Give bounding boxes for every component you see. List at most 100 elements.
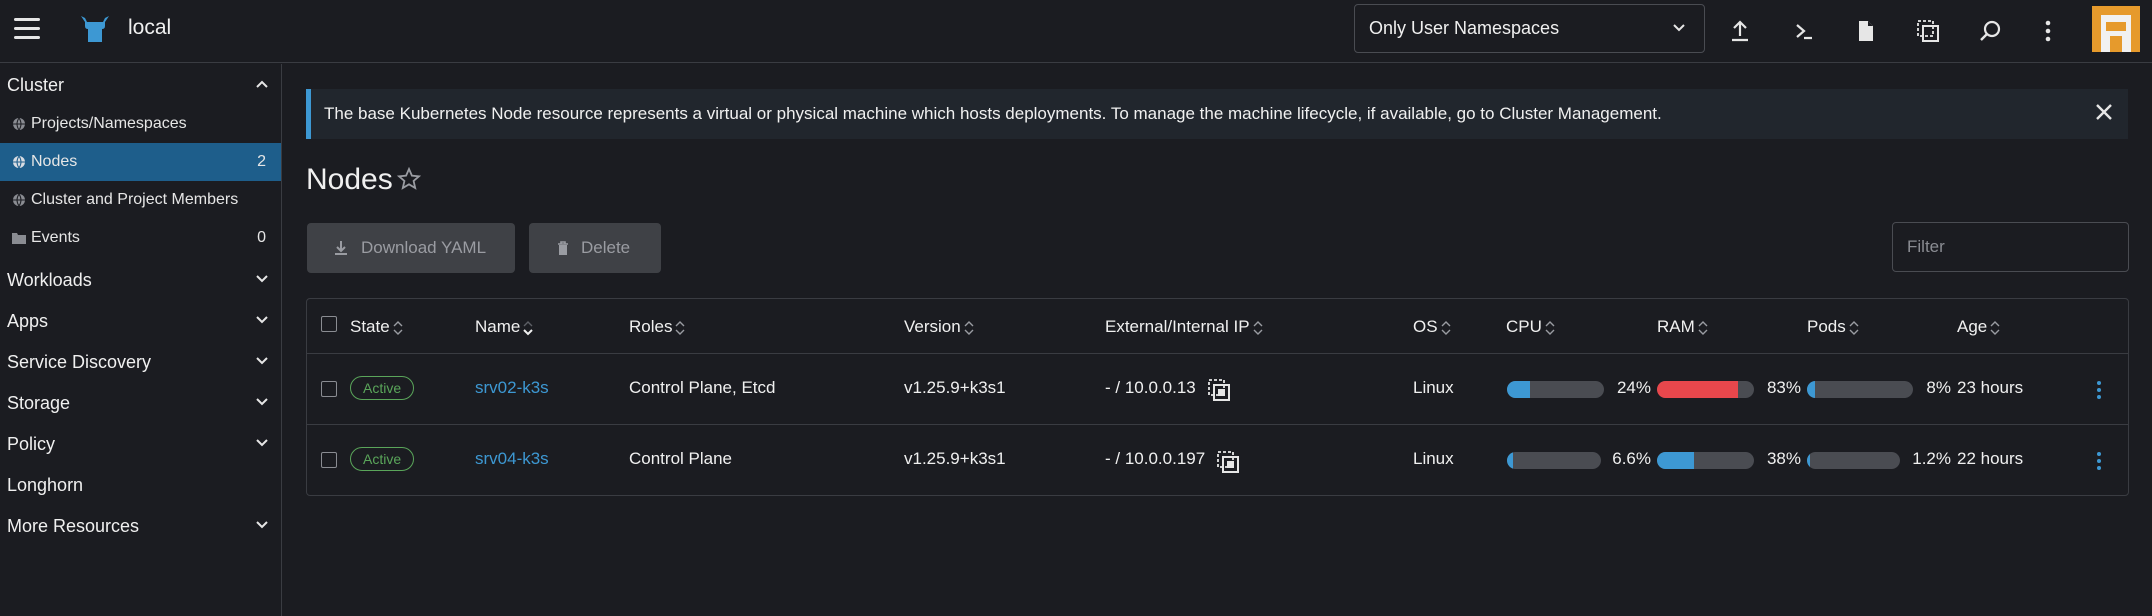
close-icon[interactable] (2094, 102, 2114, 122)
column-header-roles[interactable]: Roles (629, 317, 685, 337)
trash-icon (557, 241, 569, 255)
column-header-age[interactable]: Age (1957, 317, 2000, 337)
sidebar-item-events[interactable]: Events 0 (0, 219, 281, 257)
state-badge: Active (350, 447, 415, 471)
sort-icon (1545, 320, 1555, 335)
header-divider (307, 353, 2128, 354)
filter-input[interactable] (1892, 222, 2129, 272)
sort-icon (964, 320, 974, 335)
ram-usage-value: 38% (1766, 449, 1801, 468)
column-header-os[interactable]: OS (1413, 317, 1451, 337)
cpu-usage-value: 24% (1616, 378, 1651, 397)
sidebar-item-count: 2 (257, 153, 266, 170)
column-header-label: External/Internal IP (1105, 317, 1250, 336)
search-icon[interactable] (1973, 14, 2007, 48)
sidebar-group-label: Apps (7, 310, 49, 331)
info-banner: The base Kubernetes Node resource repres… (306, 89, 2128, 139)
column-header-label: Roles (629, 317, 673, 336)
cpu-usage-value: 6.6% (1612, 449, 1651, 468)
chevron-down-icon (256, 398, 268, 406)
column-header-name[interactable]: Name (475, 317, 534, 337)
node-roles: Control Plane, Etcd (629, 378, 776, 397)
row-actions-icon[interactable] (2096, 380, 2102, 400)
more-options-icon[interactable] (2031, 14, 2065, 48)
node-ip: - / 10.0.0.13 (1105, 378, 1196, 397)
row-checkbox[interactable] (321, 452, 337, 468)
sidebar-group-label: Longhorn (7, 474, 84, 495)
sidebar-group-workloads[interactable]: Workloads (0, 260, 281, 300)
column-header-ip[interactable]: External/Internal IP (1105, 317, 1263, 337)
ram-usage-bar (1657, 452, 1754, 469)
row-checkbox[interactable] (321, 381, 337, 397)
select-all-checkbox[interactable] (321, 316, 337, 332)
sort-icon (1698, 320, 1708, 335)
column-header-label: Age (1957, 317, 1988, 336)
delete-button[interactable]: Delete (529, 223, 661, 273)
chevron-up-icon (256, 80, 268, 88)
node-name-link[interactable]: srv04-k3s (475, 449, 549, 469)
row-divider (307, 424, 2128, 425)
cpu-usage-bar (1507, 381, 1604, 398)
globe-icon (11, 154, 27, 170)
copy-icon[interactable] (1207, 378, 1231, 402)
node-age: 23 hours (1957, 378, 2024, 397)
column-header-state[interactable]: State (350, 317, 403, 337)
column-header-version[interactable]: Version (904, 317, 974, 337)
chevron-down-icon (256, 316, 268, 324)
ram-usage-bar (1657, 381, 1754, 398)
sidebar-group-longhorn[interactable]: Longhorn (0, 465, 281, 505)
folder-icon (11, 230, 27, 246)
sidebar-group-more-resources[interactable]: More Resources (0, 506, 281, 546)
column-header-label: OS (1413, 317, 1438, 336)
sidebar-item-label: Nodes (31, 153, 78, 170)
copy-icon[interactable] (1216, 450, 1240, 474)
pods-usage-bar (1807, 381, 1913, 398)
download-kubeconfig-icon[interactable] (1849, 14, 1883, 48)
chevron-down-icon (256, 439, 268, 447)
column-header-label: RAM (1657, 317, 1695, 336)
download-yaml-label: Download YAML (361, 238, 487, 257)
sidebar-group-cluster[interactable]: Cluster (0, 65, 281, 105)
node-version: v1.25.9+k3s1 (904, 378, 1006, 397)
sidebar-item-cluster-project-members[interactable]: Cluster and Project Members (0, 181, 281, 219)
favorite-star-icon[interactable] (397, 167, 421, 191)
sidebar-item-label: Projects/Namespaces (31, 115, 187, 132)
user-avatar[interactable] (2092, 6, 2140, 52)
sidebar-group-label: Service Discovery (7, 351, 152, 372)
download-icon (333, 240, 349, 256)
globe-icon (11, 192, 27, 208)
column-header-label: State (350, 317, 390, 336)
sidebar-group-service-discovery[interactable]: Service Discovery (0, 342, 281, 382)
copy-kubeconfig-icon[interactable] (1911, 14, 1945, 48)
namespace-select[interactable]: Only User Namespaces (1354, 4, 1705, 53)
sort-icon (393, 320, 403, 335)
sidebar-item-projects-namespaces[interactable]: Projects/Namespaces (0, 105, 281, 143)
sidebar-item-nodes[interactable]: Nodes 2 (0, 143, 281, 181)
column-header-ram[interactable]: RAM (1657, 317, 1708, 337)
row-actions-icon[interactable] (2096, 451, 2102, 471)
node-roles: Control Plane (629, 449, 733, 468)
kubectl-shell-icon[interactable] (1787, 14, 1821, 48)
sort-icon (1253, 320, 1263, 335)
pods-usage-value: 8% (1926, 378, 1951, 397)
ram-usage-value: 83% (1766, 378, 1801, 397)
menu-icon[interactable] (14, 18, 42, 42)
cluster-logo-icon (81, 16, 109, 42)
column-header-label: Version (904, 317, 961, 336)
sidebar-item-count: 0 (257, 229, 266, 246)
sidebar-group-storage[interactable]: Storage (0, 383, 281, 423)
cluster-name[interactable]: local (128, 16, 171, 40)
column-header-pods[interactable]: Pods (1807, 317, 1859, 337)
column-header-cpu[interactable]: CPU (1506, 317, 1555, 337)
pods-usage-bar (1807, 452, 1900, 469)
sidebar-group-policy[interactable]: Policy (0, 424, 281, 464)
chevron-down-icon (256, 275, 268, 283)
node-name-link[interactable]: srv02-k3s (475, 378, 549, 398)
sidebar-group-label: Storage (7, 392, 71, 413)
namespace-select-value: Only User Namespaces (1369, 18, 1560, 38)
import-yaml-icon[interactable] (1723, 14, 1757, 48)
download-yaml-button[interactable]: Download YAML (307, 223, 515, 273)
sidebar: Cluster Projects/Namespaces Nodes 2 Clus… (0, 64, 282, 616)
sidebar-group-apps[interactable]: Apps (0, 301, 281, 341)
sort-icon (1849, 320, 1859, 335)
